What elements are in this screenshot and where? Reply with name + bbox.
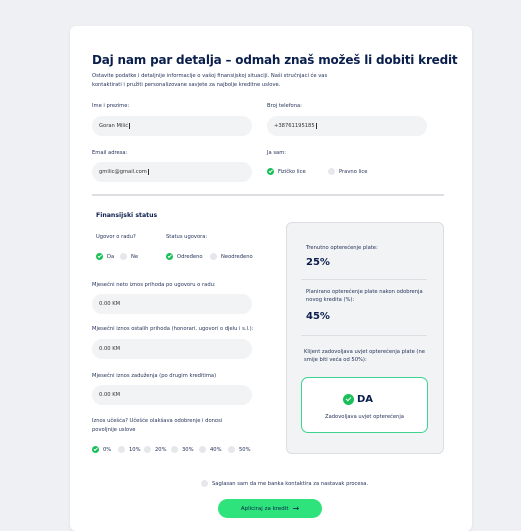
current-load-label: Trenutno opterećenje plate: — [306, 245, 378, 251]
radio-label: Neodređeno — [221, 253, 253, 260]
load-check-result-box: DA Zadovoljava uvjet opterećenja — [301, 377, 428, 433]
email-field[interactable]: gmilic@gmail.com — [92, 162, 252, 182]
other-income-label: Mjesečni iznos ostalih prihoda (honorari… — [92, 326, 254, 332]
radio-empty-icon — [228, 446, 235, 453]
text-caret — [129, 122, 130, 129]
check-circle-icon — [343, 394, 354, 405]
radio-empty-icon — [144, 446, 151, 453]
radio-empty-icon — [328, 168, 335, 175]
radio-label: Pravno lice — [339, 168, 368, 175]
page-title: Daj nam par detalja – odmah znaš možeš l… — [92, 53, 458, 67]
radio-label: 10% — [129, 446, 141, 453]
participation-label: Iznos učešća? Učešće olakšava odobrenje … — [92, 418, 223, 433]
email-label: Email adresa: — [92, 150, 128, 156]
panel-divider — [301, 279, 427, 280]
planned-load-label: Planirano opterećenje plate nakon odobre… — [306, 289, 423, 303]
radio-label: Određeno — [177, 253, 203, 260]
email-value: gmilic@gmail.com — [99, 169, 147, 175]
load-check-result-row: DA — [343, 394, 373, 405]
debt-label: Mjesečni iznos zaduženja (po drugim kred… — [92, 373, 217, 379]
load-check-label: Klijent zadovoljava uvjet opterećenja pl… — [304, 349, 425, 363]
check-circle-icon — [166, 253, 173, 260]
radio-participation-50[interactable]: 50% — [228, 446, 251, 453]
radio-label: Da — [107, 253, 115, 260]
consent-checkbox[interactable]: Saglasan sam da me banka kontaktira za n… — [201, 480, 368, 487]
radio-label: 50% — [239, 446, 251, 453]
net-income-label: Mjesečni neto iznos prihoda po ugovoru o… — [92, 282, 216, 288]
phone-value: +38761195185 — [274, 123, 315, 129]
load-check-result-sub: Zadovoljava uvjet opterećenja — [325, 414, 404, 420]
radio-label: 0% — [103, 446, 112, 453]
panel-divider — [301, 335, 427, 336]
radio-participation-10[interactable]: 10% — [118, 446, 141, 453]
radio-participation-30[interactable]: 30% — [171, 446, 194, 453]
planned-load-value: 45% — [306, 311, 330, 322]
name-field[interactable]: Goran Milić — [92, 116, 252, 136]
radio-label: 40% — [210, 446, 222, 453]
contract-status-label: Status ugovora: — [166, 234, 208, 240]
radio-empty-icon — [118, 446, 125, 453]
name-label: Ime i prezime: — [92, 103, 130, 109]
check-circle-icon — [267, 168, 274, 175]
debt-field[interactable]: 0.00 KM — [92, 385, 252, 405]
radio-empty-icon — [171, 446, 178, 453]
check-circle-icon — [92, 446, 99, 453]
radio-fizicko-lice[interactable]: Fizičko lice — [267, 168, 306, 175]
net-income-value: 0.00 KM — [99, 301, 121, 307]
load-check-result: DA — [357, 394, 374, 405]
debt-value: 0.00 KM — [99, 392, 121, 398]
name-value: Goran Milić — [99, 123, 129, 129]
radio-participation-0[interactable]: 0% — [92, 446, 111, 453]
loan-form-card: Daj nam par detalja – odmah znaš možeš l… — [70, 26, 472, 531]
salary-load-summary-panel: Trenutno opterećenje plate: 25% Planiran… — [286, 222, 444, 454]
radio-pravno-lice[interactable]: Pravno lice — [328, 168, 367, 175]
consent-label: Saglasan sam da me banka kontaktira za n… — [212, 480, 369, 487]
radio-label: Fizičko lice — [278, 168, 306, 175]
apply-button-label: Apliciraj za kredit — [240, 505, 289, 512]
radio-empty-icon — [120, 253, 127, 260]
finance-section-title: Finansijski status — [96, 212, 158, 219]
radio-empty-icon — [201, 480, 208, 487]
radio-label: Ne — [131, 253, 139, 260]
radio-label: 20% — [155, 446, 167, 453]
text-caret — [315, 122, 317, 129]
arrow-right-icon: → — [292, 503, 300, 513]
contract-label: Ugovor o radu? — [96, 234, 136, 240]
radio-contract-da[interactable]: Da — [96, 253, 114, 260]
radio-neodredeno[interactable]: Neodređeno — [210, 253, 253, 260]
radio-empty-icon — [210, 253, 217, 260]
other-income-value: 0.00 KM — [99, 346, 121, 352]
check-circle-icon — [96, 253, 103, 260]
person-type-label: Ja sam: — [267, 150, 287, 156]
other-income-field[interactable]: 0.00 KM — [92, 339, 252, 359]
phone-field[interactable]: +38761195185 — [267, 116, 427, 136]
radio-participation-20[interactable]: 20% — [144, 446, 167, 453]
section-divider — [92, 194, 444, 196]
apply-for-loan-button[interactable]: Apliciraj za kredit → — [218, 499, 322, 518]
radio-odredeno[interactable]: Određeno — [166, 253, 203, 260]
intro-text: Ostavite podatke i detaljnije informacij… — [92, 73, 328, 88]
radio-label: 30% — [182, 446, 194, 453]
radio-participation-40[interactable]: 40% — [199, 446, 222, 453]
radio-empty-icon — [199, 446, 206, 453]
radio-contract-ne[interactable]: Ne — [120, 253, 138, 260]
phone-label: Broj telefona: — [267, 103, 302, 109]
text-caret — [147, 168, 149, 175]
net-income-field[interactable]: 0.00 KM — [92, 294, 252, 314]
current-load-value: 25% — [306, 257, 330, 268]
